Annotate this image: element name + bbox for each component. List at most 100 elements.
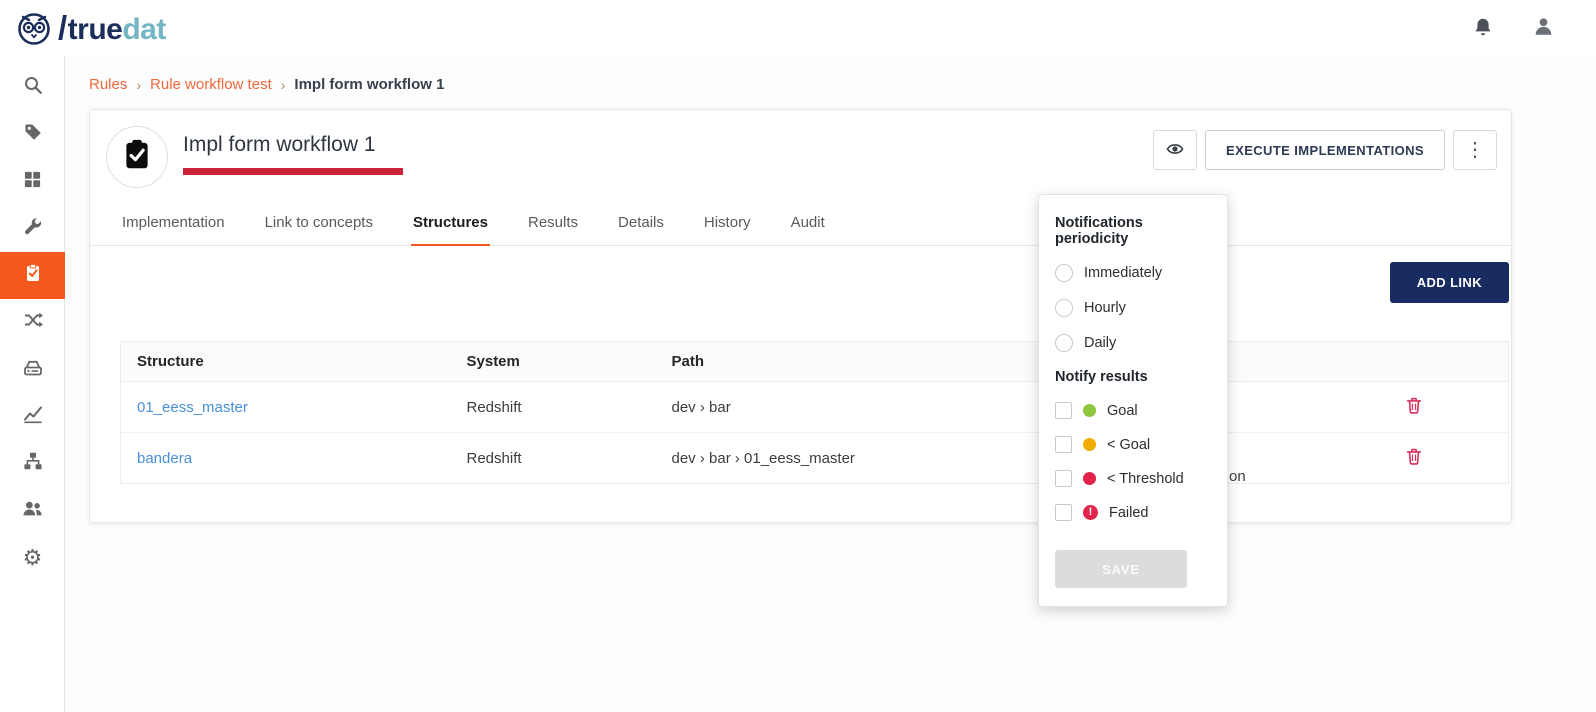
option-label: < Goal: [1107, 437, 1150, 453]
chevron-right-icon: ›: [136, 77, 141, 93]
path-cell: dev › bar › 01_eess_master: [656, 433, 1041, 484]
radio-option-daily[interactable]: Daily: [1055, 334, 1211, 352]
quality-checklist-icon: [23, 263, 43, 288]
body-row: ⚙ Rules › Rule workflow test › Impl form…: [0, 56, 1596, 712]
tab-structures[interactable]: Structures: [411, 204, 490, 246]
sidebar-item-search[interactable]: [0, 64, 65, 111]
delete-link-button[interactable]: [1405, 396, 1423, 417]
tab-results[interactable]: Results: [526, 204, 580, 245]
card-actions: EXECUTE IMPLEMENTATIONS ⋮: [1153, 126, 1497, 170]
implementation-card: Impl form workflow 1 EXEC: [89, 109, 1512, 523]
checkbox-icon[interactable]: [1055, 402, 1072, 419]
breadcrumb-rule-workflow-test[interactable]: Rule workflow test: [150, 76, 272, 93]
storage-icon: [23, 357, 43, 382]
delete-link-button[interactable]: [1405, 447, 1423, 468]
breadcrumb-rules[interactable]: Rules: [89, 76, 127, 93]
sidebar-item-lineage[interactable]: [0, 299, 65, 346]
breadcrumb-current: Impl form workflow 1: [294, 76, 444, 93]
checkbox-option-lt-threshold[interactable]: < Threshold: [1055, 470, 1211, 487]
quality-progress-bar: [183, 168, 403, 175]
header-actions: [1473, 16, 1554, 40]
bell-icon: [1473, 17, 1493, 40]
checkbox-icon[interactable]: [1055, 436, 1072, 453]
truedat-logo[interactable]: /truedat: [14, 8, 166, 48]
logo-dat: dat: [122, 13, 166, 47]
checkbox-option-goal[interactable]: Goal: [1055, 402, 1211, 419]
failed-exclamation-icon: !: [1083, 505, 1098, 520]
periodicity-title: Notifications periodicity: [1055, 215, 1211, 247]
breadcrumb: Rules › Rule workflow test › Impl form w…: [89, 76, 1512, 93]
chart-icon: [23, 404, 43, 429]
radio-option-hourly[interactable]: Hourly: [1055, 299, 1211, 317]
tab-details[interactable]: Details: [616, 204, 666, 245]
user-menu-button[interactable]: [1533, 16, 1554, 40]
clipboard-check-icon: [120, 138, 154, 177]
trash-icon: [1405, 453, 1423, 468]
logo-text: /truedat: [58, 9, 166, 47]
chevron-right-icon: ›: [281, 77, 286, 93]
card-header: Impl form workflow 1 EXEC: [90, 110, 1511, 188]
radio-option-immediately[interactable]: Immediately: [1055, 264, 1211, 282]
checkbox-option-lt-goal[interactable]: < Goal: [1055, 436, 1211, 453]
radio-icon[interactable]: [1055, 299, 1073, 317]
tab-history[interactable]: History: [702, 204, 753, 245]
users-icon: [22, 498, 43, 524]
top-header: /truedat: [0, 0, 1596, 56]
sidebar-item-taxonomy[interactable]: [0, 440, 65, 487]
tab-bar: Implementation Link to concepts Structur…: [90, 188, 1511, 246]
sitemap-icon: [23, 451, 43, 476]
path-cell: dev › bar: [656, 382, 1041, 433]
structures-table-wrap: Structure System Path 01_eess_master: [120, 341, 1509, 484]
checkbox-icon[interactable]: [1055, 470, 1072, 487]
add-link-button[interactable]: ADD LINK: [1390, 262, 1509, 303]
sidebar-item-tags[interactable]: [0, 111, 65, 158]
tab-implementation[interactable]: Implementation: [120, 204, 227, 245]
tag-icon: [23, 122, 43, 147]
more-options-button[interactable]: ⋮: [1453, 130, 1497, 170]
preview-button[interactable]: [1153, 130, 1197, 170]
add-link-row: ADD LINK: [120, 262, 1509, 303]
tab-audit[interactable]: Audit: [789, 204, 827, 245]
structure-link[interactable]: bandera: [137, 450, 192, 467]
radio-icon[interactable]: [1055, 264, 1073, 282]
sidebar-item-admin[interactable]: [0, 205, 65, 252]
table-header-row: Structure System Path: [121, 342, 1509, 382]
structure-link[interactable]: 01_eess_master: [137, 399, 248, 416]
eye-icon: [1164, 140, 1186, 161]
checkbox-option-failed[interactable]: ! Failed: [1055, 504, 1211, 521]
page-title: Impl form workflow 1: [183, 133, 403, 157]
execute-implementations-button[interactable]: EXECUTE IMPLEMENTATIONS: [1205, 130, 1445, 170]
column-header-actions: [1321, 342, 1509, 382]
system-cell: Redshift: [451, 382, 656, 433]
checkbox-icon[interactable]: [1055, 504, 1072, 521]
sidebar: ⚙: [0, 56, 65, 712]
rule-badge: [106, 126, 168, 188]
sidebar-item-structures[interactable]: [0, 346, 65, 393]
shuffle-icon: [23, 310, 43, 335]
trash-icon: [1405, 402, 1423, 417]
sidebar-item-quality-rules[interactable]: [0, 252, 65, 299]
sidebar-item-settings[interactable]: ⚙: [0, 534, 65, 581]
radio-icon[interactable]: [1055, 334, 1073, 352]
system-cell: Redshift: [451, 433, 656, 484]
column-header-structure: Structure: [121, 342, 451, 382]
kebab-menu-icon: ⋮: [1465, 140, 1485, 160]
option-label: < Threshold: [1107, 471, 1184, 487]
grid-icon: [23, 170, 42, 194]
sidebar-item-charts[interactable]: [0, 393, 65, 440]
owl-logo-icon: [14, 8, 54, 48]
wrench-icon: [23, 216, 43, 241]
user-icon: [1533, 16, 1554, 40]
goal-green-dot-icon: [1083, 404, 1096, 417]
lt-goal-yellow-dot-icon: [1083, 438, 1096, 451]
save-button[interactable]: SAVE: [1055, 550, 1187, 588]
gear-icon: ⚙: [23, 547, 43, 569]
notifications-button[interactable]: [1473, 17, 1493, 40]
sidebar-item-dashboard[interactable]: [0, 158, 65, 205]
structures-panel: ADD LINK Structure System Path: [90, 246, 1511, 522]
truncated-cell-text: on: [1229, 468, 1246, 485]
tab-link-to-concepts[interactable]: Link to concepts: [263, 204, 375, 245]
option-label: Goal: [1107, 403, 1138, 419]
option-label: Immediately: [1084, 265, 1162, 281]
sidebar-item-groups[interactable]: [0, 487, 65, 534]
